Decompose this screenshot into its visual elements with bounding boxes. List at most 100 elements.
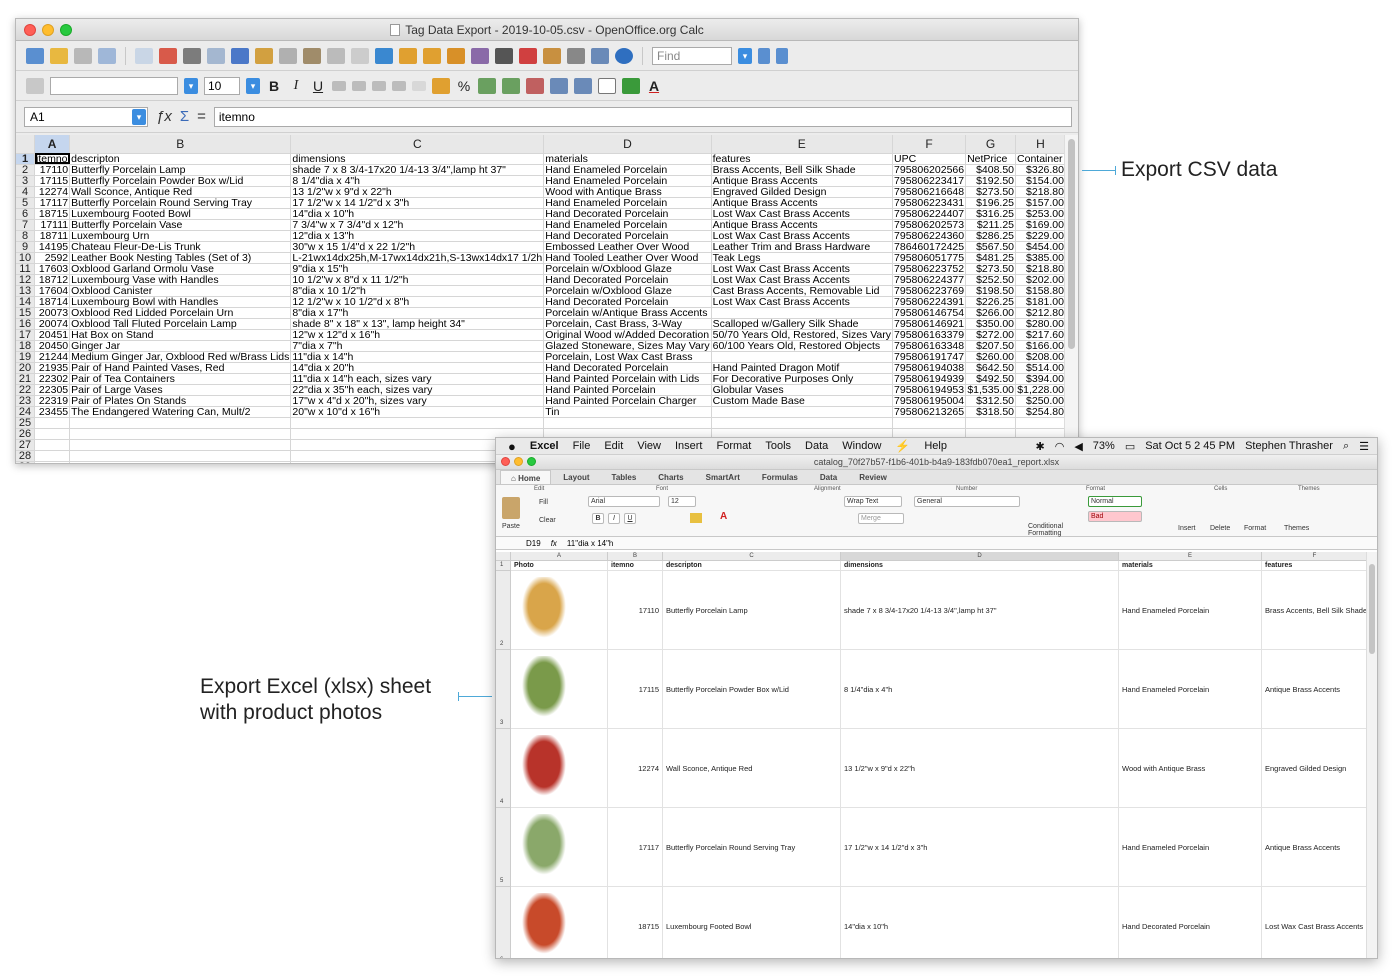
excel-vertical-scrollbar[interactable] [1366, 552, 1377, 958]
sheet-cell[interactable]: $229.00 [1015, 230, 1066, 242]
font-name-select[interactable]: Arial [588, 496, 660, 507]
sheet-cell[interactable]: Lost Wax Cast Brass Accents [711, 208, 894, 220]
sheet-cell[interactable]: 30"w x 15 1/4"d x 22 1/2"h [290, 241, 545, 253]
notification-center-icon[interactable]: ☰ [1359, 440, 1369, 453]
header-cell-descripton[interactable]: descripton [663, 561, 841, 571]
oo-spreadsheet-grid[interactable]: ABCDEFGH 1 itemno descripton dimensions mate… [16, 135, 1066, 463]
sheet-cell[interactable]: $642.50 [965, 362, 1017, 374]
email-icon[interactable] [98, 47, 116, 64]
gallery-icon[interactable] [543, 47, 561, 64]
delete-cells-button[interactable]: Delete [1210, 525, 1230, 532]
sheet-cell[interactable]: Oxblood Tall Fluted Porcelain Lamp [69, 318, 292, 330]
sheet-cell[interactable]: 795806202566 [892, 164, 967, 176]
row-header[interactable]: 1 [16, 153, 35, 165]
column-header-h[interactable]: H [1015, 135, 1066, 154]
product-photo[interactable] [519, 814, 569, 879]
product-photo[interactable] [519, 577, 569, 642]
sheet-cell[interactable]: Tin [543, 406, 712, 418]
excel-formula-input[interactable]: 11"dia x 14"h [567, 539, 613, 548]
photo-cell[interactable] [511, 650, 608, 729]
column-header-f[interactable]: F [892, 135, 967, 154]
sheet-cell[interactable]: Antique Brass Accents [711, 197, 894, 209]
sheet-cell[interactable]: $198.50 [965, 285, 1017, 297]
data-cell-itemno[interactable]: 17110 [608, 571, 663, 650]
sheet-cell[interactable]: 12 1/2"w x 10 1/2"d x 8"h [290, 296, 545, 308]
edit-file-icon[interactable] [135, 47, 153, 64]
sheet-cell[interactable]: Hand Painted Porcelain with Lids [543, 373, 712, 385]
style-normal[interactable]: Normal [1088, 496, 1142, 507]
sheet-cell[interactable]: $250.00 [1015, 395, 1066, 407]
data-cell-desc[interactable]: Butterfly Porcelain Round Serving Tray [663, 808, 841, 887]
row-header[interactable]: 5 [16, 197, 35, 209]
sheet-cell[interactable]: 8"dia x 17"h [290, 307, 545, 319]
row-header[interactable]: 15 [16, 307, 35, 319]
data-cell-desc[interactable]: Wall Sconce, Antique Red [663, 729, 841, 808]
sheet-cell[interactable]: UPC [892, 153, 967, 165]
sheet-cell[interactable] [34, 428, 71, 440]
menu-file[interactable]: File [573, 440, 591, 452]
sheet-cell[interactable]: $280.00 [1015, 318, 1066, 330]
sheet-cell[interactable]: 20451 [34, 329, 71, 341]
sheet-cell[interactable]: 11"dia x 14"h each, sizes vary [290, 373, 545, 385]
name-box[interactable]: A1 ▾ [24, 106, 148, 127]
data-cell-desc[interactable]: Butterfly Porcelain Lamp [663, 571, 841, 650]
row-header[interactable]: 12 [16, 274, 35, 286]
hyperlink-icon[interactable] [375, 47, 393, 64]
italic-button[interactable]: I [288, 78, 304, 94]
sheet-cell[interactable]: Oxblood Canister [69, 285, 292, 297]
sheet-cell[interactable]: 18715 [34, 208, 71, 220]
sheet-cell[interactable]: Medium Ginger Jar, Oxblood Red w/Brass L… [69, 351, 292, 363]
wifi-icon[interactable]: ◠ [1055, 440, 1065, 453]
save-icon[interactable] [74, 47, 92, 64]
font-size-input[interactable]: 10 [204, 76, 240, 95]
sheet-cell[interactable] [1015, 417, 1066, 429]
data-cell-mat[interactable]: Hand Enameled Porcelain [1119, 650, 1262, 729]
photo-cell[interactable] [511, 571, 608, 650]
sheet-cell[interactable]: Leather Trim and Brass Hardware [711, 241, 894, 253]
menu-edit[interactable]: Edit [604, 440, 623, 452]
row-header[interactable]: 26 [16, 428, 35, 440]
sheet-cell[interactable]: Porcelain w/Antique Brass Accents [543, 307, 712, 319]
sheet-cell[interactable]: Container [1015, 153, 1066, 165]
sheet-cell[interactable]: Pair of Large Vases [69, 384, 292, 396]
menu-window[interactable]: Window [842, 440, 881, 452]
row-header[interactable]: 25 [16, 417, 35, 429]
sheet-cell[interactable]: $260.00 [965, 351, 1017, 363]
data-cell-dim[interactable]: 14"dia x 10"h [841, 887, 1119, 958]
sheet-cell[interactable]: Cast Brass Accents, Removable Lid [711, 285, 894, 297]
select-all-corner[interactable] [496, 552, 511, 561]
sheet-cell[interactable]: $157.00 [1015, 197, 1066, 209]
column-header-e[interactable]: E [711, 135, 894, 154]
data-cell-feat[interactable]: Brass Accents, Bell Silk Shade [1262, 571, 1368, 650]
sheet-cell[interactable]: 795806194939 [892, 373, 967, 385]
styles-icon[interactable] [26, 77, 44, 94]
menu-excel[interactable]: Excel [530, 440, 559, 452]
print-preview-icon[interactable] [207, 47, 225, 64]
sheet-cell[interactable]: $326.80 [1015, 164, 1066, 176]
bold-button[interactable]: B [266, 78, 282, 94]
sheet-cell[interactable]: 21244 [34, 351, 71, 363]
copy-icon[interactable] [279, 47, 297, 64]
sheet-cell[interactable]: Lost Wax Cast Brass Accents [711, 263, 894, 275]
sheet-cell[interactable]: $154.00 [1015, 175, 1066, 187]
data-cell-feat[interactable]: Antique Brass Accents [1262, 650, 1368, 729]
header-cell-features[interactable]: features [1262, 561, 1368, 571]
paste-label[interactable]: Paste [502, 523, 520, 530]
undo-icon[interactable] [327, 47, 345, 64]
bold-button[interactable]: B [592, 513, 604, 524]
data-cell-dim[interactable]: 17 1/2"w x 14 1/2"d x 3"h [841, 808, 1119, 887]
sheet-cell[interactable]: $492.50 [965, 373, 1017, 385]
sheet-cell[interactable] [290, 417, 545, 429]
sheet-cell[interactable]: $385.00 [1015, 252, 1066, 264]
sheet-cell[interactable]: Hand Decorated Porcelain [543, 274, 712, 286]
close-icon[interactable] [501, 457, 510, 466]
currency-icon[interactable] [432, 77, 450, 94]
sheet-cell[interactable]: $394.00 [1015, 373, 1066, 385]
sheet-cell[interactable]: 18714 [34, 296, 71, 308]
sheet-cell[interactable]: Hand Painted Dragon Motif [711, 362, 894, 374]
header-cell-dimensions[interactable]: dimensions [841, 561, 1119, 571]
tab-review[interactable]: Review [849, 470, 897, 484]
column-header-d[interactable]: D [543, 135, 712, 154]
sheet-cell[interactable]: 795806163379 [892, 329, 967, 341]
row-header[interactable]: 6 [16, 208, 35, 220]
